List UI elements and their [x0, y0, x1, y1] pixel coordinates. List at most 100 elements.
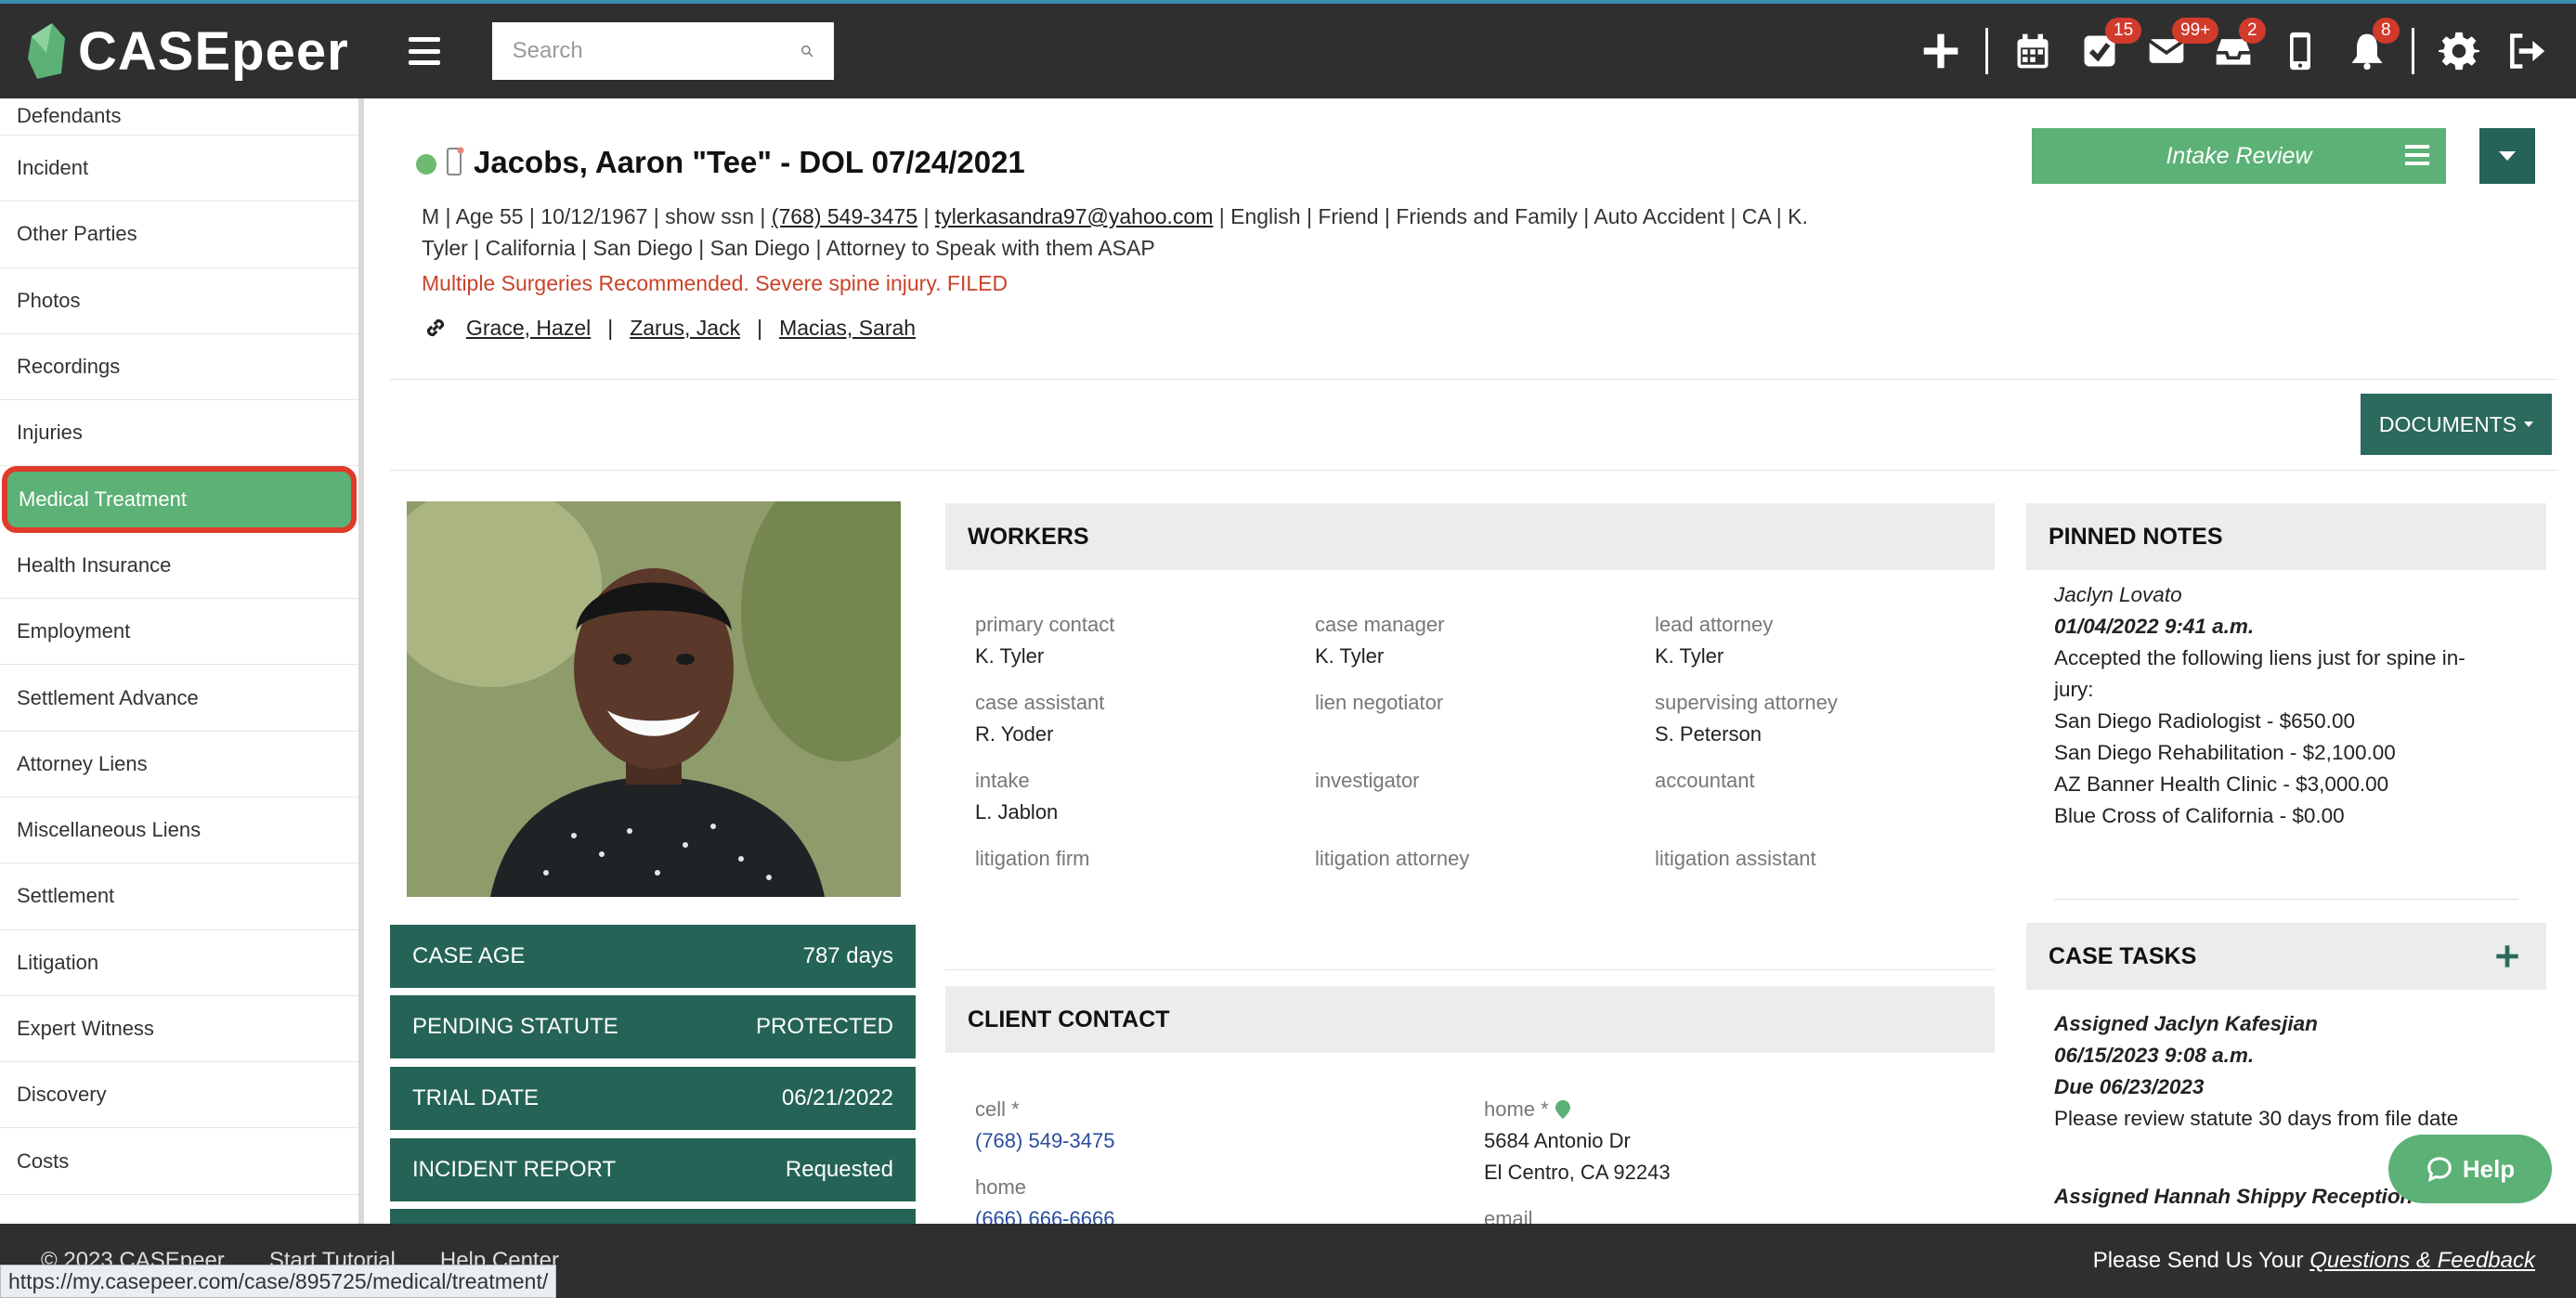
documents-dropdown-button[interactable]: DOCUMENTS: [2361, 394, 2552, 455]
list-icon: [2405, 145, 2429, 165]
pinned-notes-panel-header: PINNED NOTES: [2026, 503, 2546, 570]
feedback-link[interactable]: Questions & Feedback: [2309, 1248, 2535, 1273]
contact-label: cell *: [975, 1097, 1020, 1121]
pinned-note: Jaclyn Lovato 01/04/2022 9:41 a.m. Accep…: [2054, 579, 2518, 832]
sidebar-item-costs[interactable]: Costs: [0, 1128, 358, 1195]
sidebar-item-settlement[interactable]: Settlement: [0, 863, 358, 930]
worker-label: litigation assistant: [1655, 847, 1816, 870]
client-email-link[interactable]: tylerkasandra97@yahoo.com: [935, 204, 1214, 228]
sidebar-item-incident[interactable]: Incident: [0, 136, 358, 202]
mail-button[interactable]: 99+: [2133, 18, 2219, 84]
case-main-content: Jacobs, Aaron "Tee" - DOL 07/24/2021 M |…: [390, 98, 2576, 1224]
client-info-line-1: M | Age 55 | 10/12/1967 | show ssn | (76…: [422, 204, 1808, 228]
case-task: Assigned Jaclyn Kafesjian 06/15/2023 9:0…: [2054, 1008, 2518, 1135]
chat-bubble-icon: [2427, 1157, 2452, 1182]
sidebar-item-defendants[interactable]: Defendants: [0, 98, 358, 136]
note-line: Blue Cross of California - $0.00: [2054, 804, 2345, 827]
sidebar-item-photos[interactable]: Photos: [0, 268, 358, 334]
worker-label: lien negotiator: [1315, 691, 1444, 714]
add-new-button[interactable]: [1907, 18, 1974, 84]
worker-label: case assistant: [975, 691, 1105, 714]
header-divider: [2412, 28, 2414, 74]
status-dot-icon: [416, 154, 436, 175]
sidebar-item-settlement-advance[interactable]: Settlement Advance: [0, 665, 358, 732]
worker-label: case manager: [1315, 613, 1445, 636]
note-line: jury:: [2054, 678, 2094, 701]
worker-label: lead attorney: [1655, 613, 1774, 636]
client-contact-panel-header: CLIENT CONTACT: [945, 986, 1995, 1053]
task-date: 06/15/2023 9:08 a.m.: [2054, 1044, 2255, 1067]
divider: [390, 379, 2557, 380]
tasks-button[interactable]: 15: [2066, 18, 2142, 84]
inbox-button[interactable]: 2: [2200, 18, 2267, 84]
link-icon: [426, 318, 445, 337]
contact-label: email: [1484, 1207, 1533, 1224]
note-line: AZ Banner Health Clinic - $3,000.00: [2054, 772, 2389, 796]
notifications-count-badge: 8: [2373, 18, 2400, 44]
feedback-prefix-text: Please Send Us Your: [2092, 1248, 2304, 1273]
sidebar-item-expert-witness[interactable]: Expert Witness: [0, 996, 358, 1063]
case-age-stat: CASE AGE 787 days: [390, 925, 916, 988]
worker-value: K. Tyler: [975, 644, 1045, 668]
client-name-heading: Jacobs, Aaron "Tee" - DOL 07/24/2021: [474, 145, 1025, 179]
sidebar-item-injuries[interactable]: Injuries: [0, 400, 358, 467]
casepeer-logo[interactable]: CASEpeer: [24, 20, 349, 83]
intake-review-button[interactable]: Intake Review: [2032, 128, 2446, 184]
map-pin-icon[interactable]: [1555, 1099, 1571, 1120]
pending-statute-stat: PENDING STATUTE PROTECTED: [390, 995, 916, 1058]
add-task-plus-icon[interactable]: [2494, 943, 2520, 969]
divider: [945, 969, 1995, 970]
sidebar-item-other-parties[interactable]: Other Parties: [0, 201, 358, 268]
search-icon[interactable]: [800, 41, 813, 61]
worker-value: S. Peterson: [1655, 722, 1762, 746]
sidebar-item-medical-treatment[interactable]: Medical Treatment: [2, 466, 357, 533]
intake-dropdown-toggle[interactable]: [2479, 128, 2535, 184]
chevron-down-icon: [2499, 151, 2516, 161]
header-icon-group: 15 99+ 2 8: [1907, 4, 2576, 98]
case-alert-text: Multiple Surgeries Recommended. Severe s…: [422, 271, 1008, 295]
note-author: Jaclyn Lovato: [2054, 583, 2182, 606]
sidebar-item-litigation[interactable]: Litigation: [0, 930, 358, 996]
worker-label: litigation firm: [975, 847, 1090, 870]
stat-row-partial: [390, 1209, 916, 1224]
mobile-button[interactable]: [2267, 18, 2334, 84]
browser-status-url: https://my.casepeer.com/case/895725/medi…: [0, 1265, 557, 1298]
calendar-icon: [2017, 33, 2049, 69]
settings-button[interactable]: [2426, 18, 2492, 84]
related-party-link[interactable]: Macias, Sarah: [779, 316, 916, 341]
main-menu-button[interactable]: [408, 37, 440, 65]
client-phone-link[interactable]: (768) 549-3475: [772, 204, 917, 228]
related-party-link[interactable]: Grace, Hazel: [466, 316, 591, 341]
cell-phone-link[interactable]: (768) 549-3475: [975, 1129, 1114, 1153]
sidebar-item-employment[interactable]: Employment: [0, 599, 358, 666]
note-line: San Diego Radiologist - $650.00: [2054, 709, 2355, 733]
task-due-date: Due 06/23/2023: [2054, 1075, 2205, 1098]
home-phone-link[interactable]: (666) 666-6666: [975, 1207, 1114, 1224]
contact-label: home: [975, 1175, 1027, 1199]
note-line: Accepted the following liens just for sp…: [2054, 646, 2465, 669]
case-sidebar: Defendants Incident Other Parties Photos…: [0, 98, 364, 1224]
search-bar: [491, 22, 834, 80]
logout-button[interactable]: [2492, 18, 2559, 84]
worker-value: K. Tyler: [1655, 644, 1724, 668]
sidebar-item-discovery[interactable]: Discovery: [0, 1062, 358, 1129]
address-line-2: El Centro, CA 92243: [1484, 1161, 1671, 1184]
worker-label: intake: [975, 769, 1030, 792]
home-address-label: home *: [1484, 1097, 1571, 1122]
related-parties: Grace, Hazel | Zarus, Jack | Macias, Sar…: [422, 314, 916, 342]
help-chat-button[interactable]: Help: [2388, 1135, 2552, 1203]
sidebar-item-miscellaneous-liens[interactable]: Miscellaneous Liens: [0, 798, 358, 864]
worker-value: L. Jablon: [975, 800, 1059, 824]
client-info-line-2: Tyler | California | San Diego | San Die…: [422, 236, 1155, 260]
calendar-button[interactable]: [1999, 18, 2066, 84]
sidebar-item-recordings[interactable]: Recordings: [0, 334, 358, 401]
worker-label: investigator: [1315, 769, 1420, 792]
search-input[interactable]: [512, 38, 800, 64]
workers-panel-header: WORKERS: [945, 503, 1995, 570]
mobile-phone-icon: [2290, 32, 2310, 71]
notifications-button[interactable]: 8: [2334, 18, 2400, 84]
related-party-link[interactable]: Zarus, Jack: [630, 316, 740, 341]
sidebar-item-health-insurance[interactable]: Health Insurance: [0, 533, 358, 600]
worker-value: R. Yoder: [975, 722, 1054, 746]
sidebar-item-attorney-liens[interactable]: Attorney Liens: [0, 732, 358, 798]
